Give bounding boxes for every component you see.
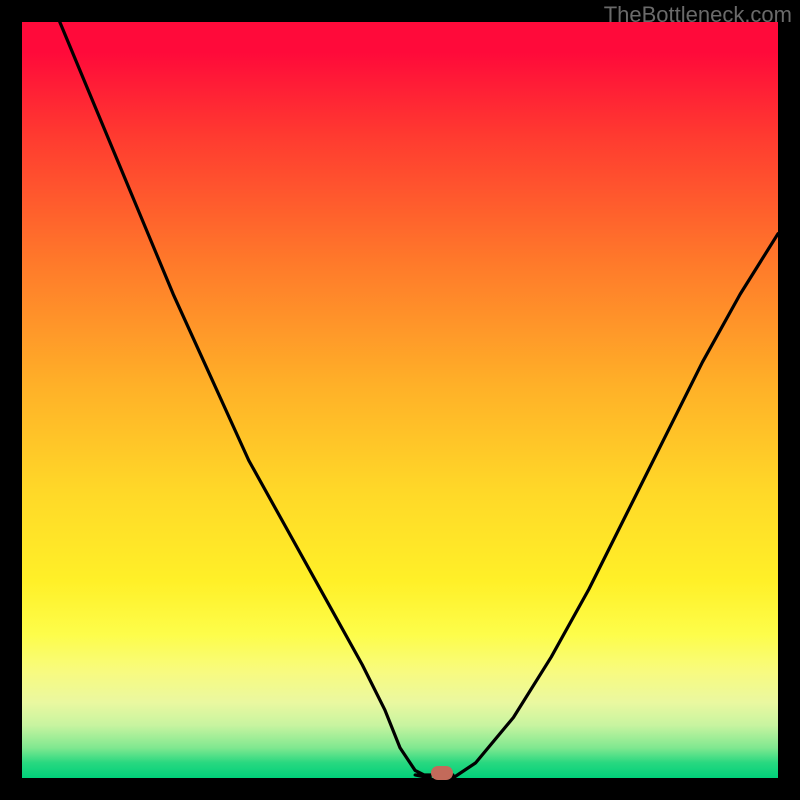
optimal-point-marker [431, 766, 453, 780]
curve-layer [22, 22, 778, 778]
chart-stage: TheBottleneck.com [0, 0, 800, 800]
bottleneck-curve [60, 22, 778, 778]
watermark-text: TheBottleneck.com [604, 2, 792, 28]
